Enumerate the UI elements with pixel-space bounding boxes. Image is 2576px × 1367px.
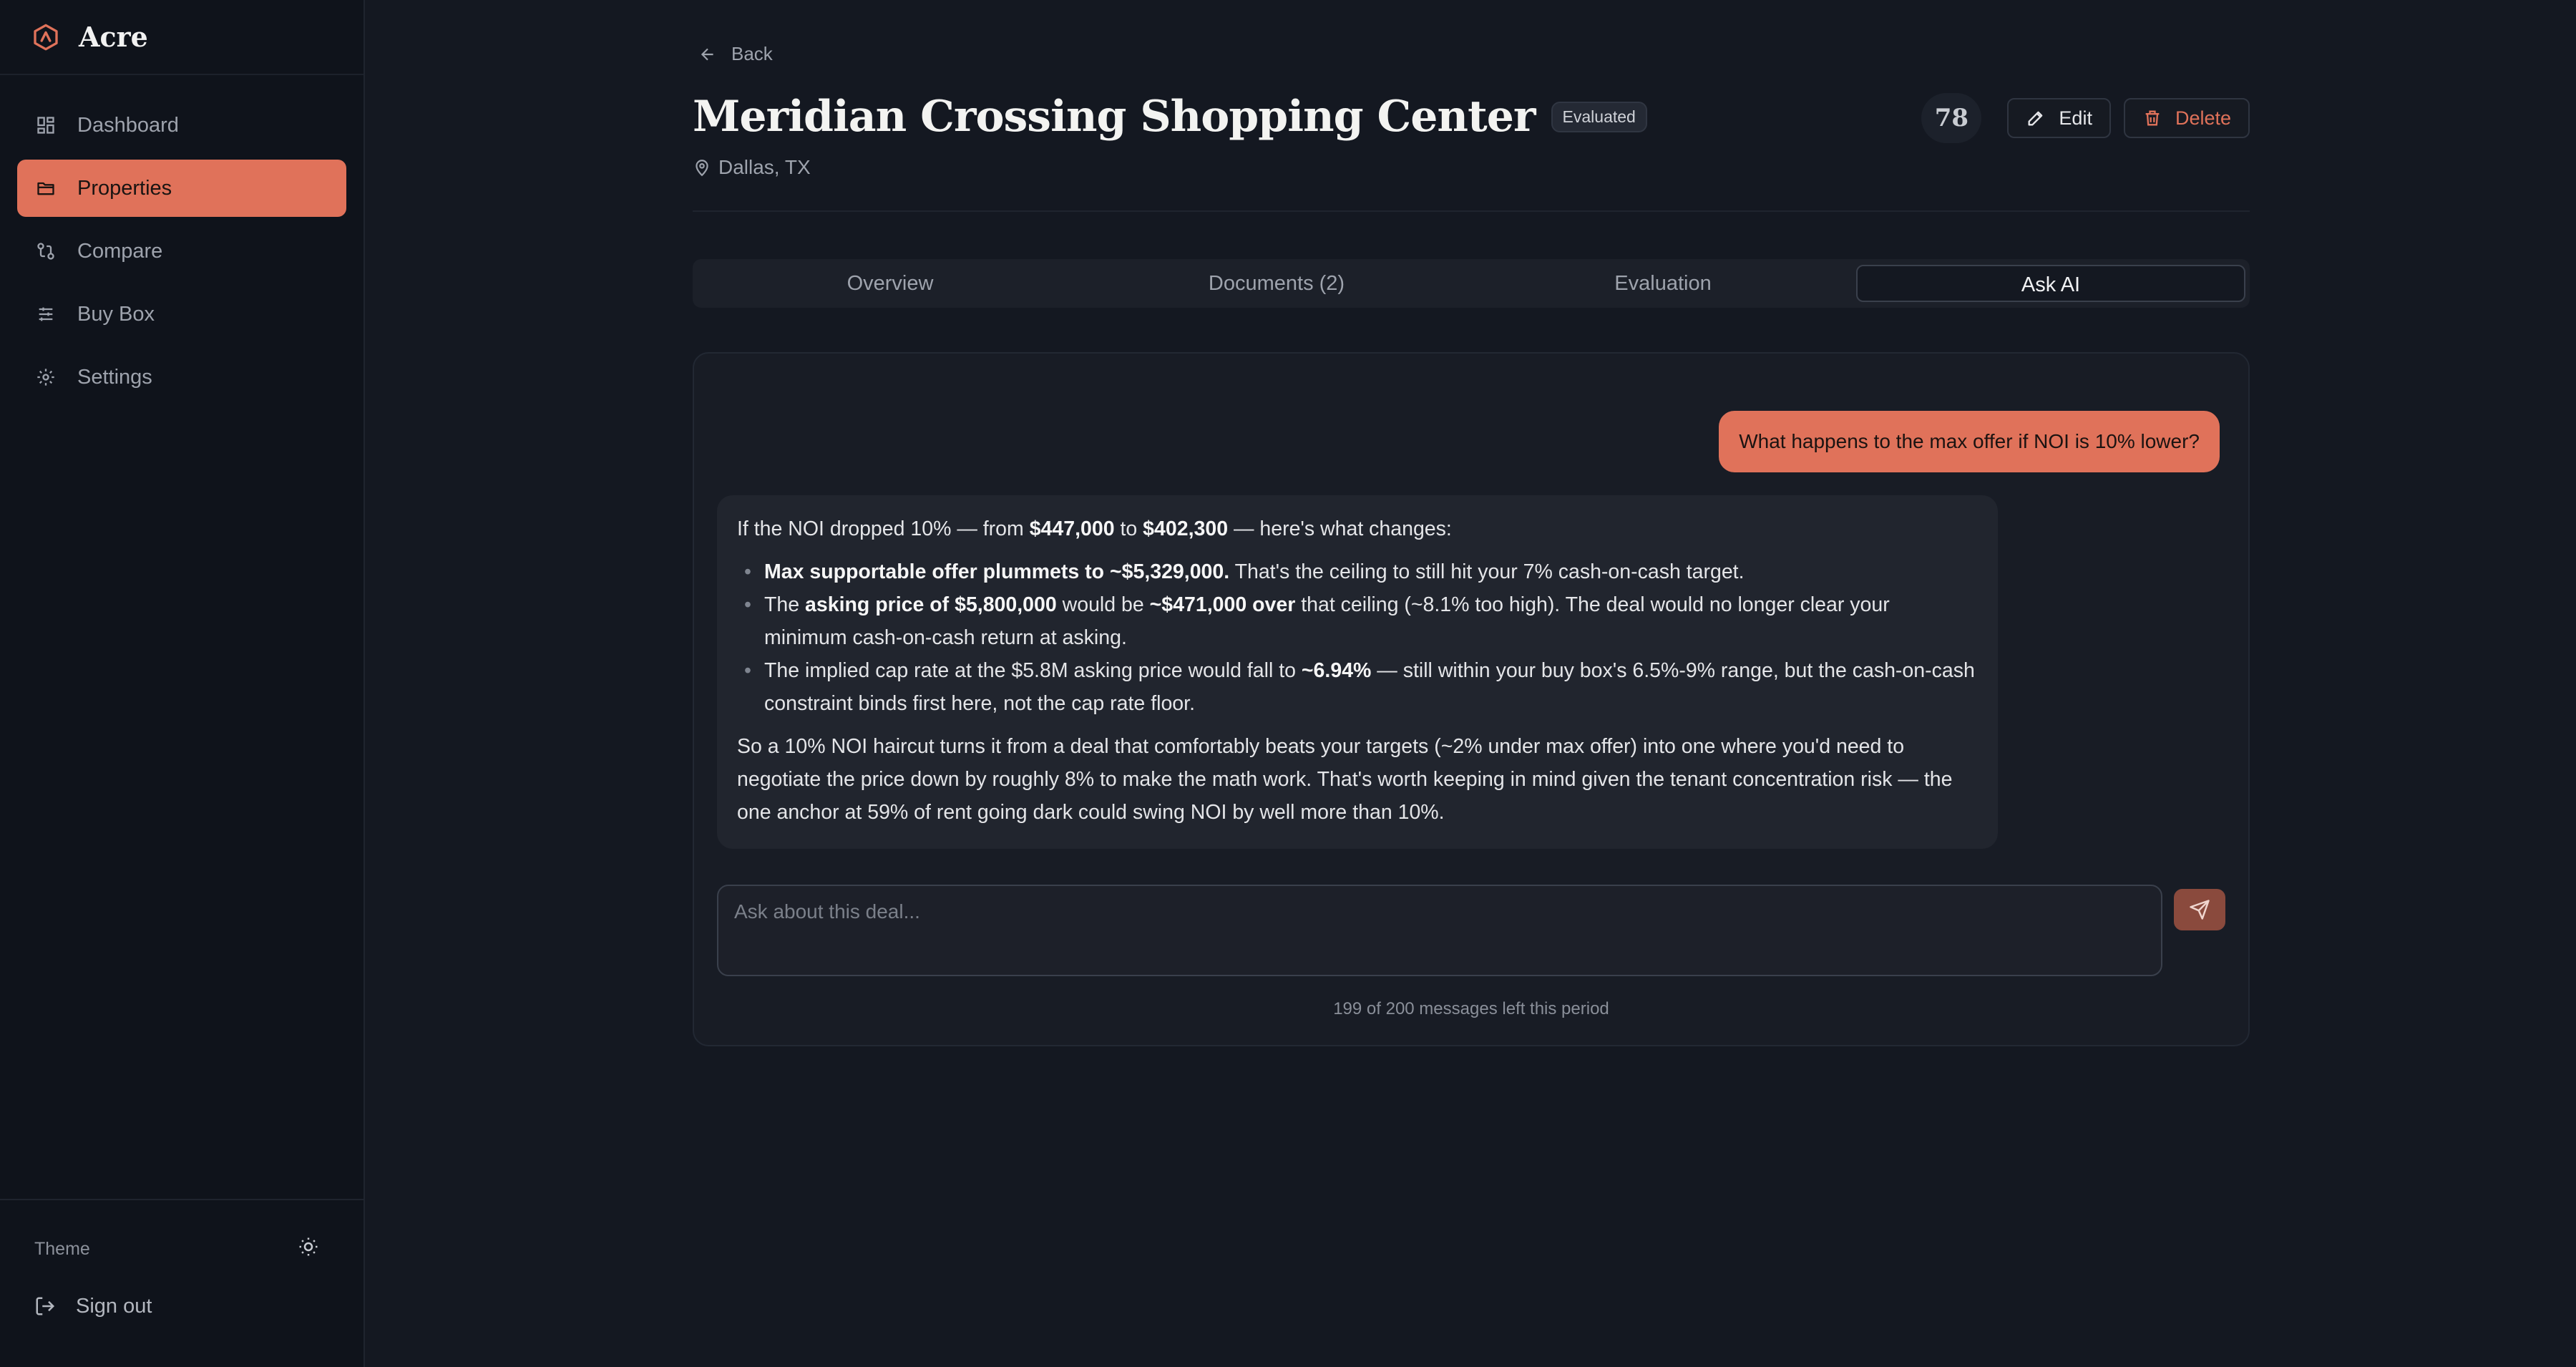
user-message: What happens to the max offer if NOI is … [1719,411,2220,472]
tab-overview[interactable]: Overview [697,265,1083,302]
list-item: The asking price of $5,800,000 would be … [737,588,1978,654]
trash-icon [2142,108,2162,128]
message-quota: 199 of 200 messages left this period [1333,999,1609,1018]
back-link[interactable]: Back [698,43,773,65]
sidebar-item-label: Settings [77,365,152,389]
status-badge: Evaluated [1551,101,1647,132]
gear-icon [36,367,56,387]
send-button[interactable] [2174,889,2225,930]
text-run-bold: $402,300 [1143,517,1229,540]
sidebar-item-dashboard[interactable]: Dashboard [17,97,346,154]
location: Dallas, TX [693,156,811,179]
ai-intro: If the NOI dropped 10% — from $447,000 t… [737,512,1978,545]
tab-documents[interactable]: Documents (2) [1083,265,1470,302]
list-item: Max supportable offer plummets to ~$5,32… [737,555,1978,588]
text-run: The [764,593,806,616]
delete-button[interactable]: Delete [2123,98,2250,138]
sidebar-item-compare[interactable]: Compare [17,223,346,280]
theme-label: Theme [34,1238,90,1259]
ai-bullet-list: Max supportable offer plummets to ~$5,32… [737,555,1978,720]
delete-label: Delete [2175,107,2231,129]
sign-out-button[interactable]: Sign out [0,1278,364,1335]
sidebar-item-settings[interactable]: Settings [17,349,346,406]
edit-button[interactable]: Edit [2007,98,2111,138]
text-run-bold: $447,000 [1029,517,1115,540]
text-run-bold: ~6.94% [1301,659,1372,682]
sidebar-item-label: Properties [77,176,172,200]
text-run: The implied cap rate at the $5.8M asking… [764,659,1302,682]
text-run: to [1114,517,1143,540]
text-run: That's the ceiling to still hit your 7% … [1229,560,1745,583]
tab-bar: Overview Documents (2) Evaluation Ask AI [693,259,2250,308]
arrow-left-icon [698,45,717,64]
sidebar-footer: Theme Sign out [0,1199,364,1367]
sidebar-item-properties[interactable]: Properties [17,160,346,217]
list-item: The implied cap rate at the $5.8M asking… [737,654,1978,720]
header-actions: 78 Edit Delete [1921,93,2250,143]
send-icon [2190,900,2210,920]
acre-logo-icon [31,23,60,52]
theme-row: Theme [0,1220,364,1278]
edit-label: Edit [2059,107,2092,129]
sun-icon[interactable] [298,1236,319,1263]
title-row: Meridian Crossing Shopping Center Evalua… [693,92,1647,142]
message-input[interactable] [734,900,2145,960]
text-run-bold: Max supportable offer plummets to ~$5,32… [764,560,1230,583]
compare-icon [36,241,56,261]
sliders-icon [36,304,56,324]
text-run-bold: asking price of $5,800,000 [805,593,1057,616]
pencil-icon [2026,108,2046,128]
location-text: Dallas, TX [718,156,811,178]
ai-message: If the NOI dropped 10% — from $447,000 t… [717,495,1998,849]
text-run-bold: ~$471,000 over [1149,593,1296,616]
folder-icon [36,178,56,198]
map-pin-icon [693,158,711,177]
sign-out-label: Sign out [76,1294,152,1318]
tab-evaluation[interactable]: Evaluation [1470,265,1856,302]
page-title: Meridian Crossing Shopping Center [693,92,1536,142]
sign-out-icon [34,1295,56,1317]
chat-panel: What happens to the max offer if NOI is … [693,352,2250,1046]
app-name: Acre [79,21,148,53]
message-input-wrapper [717,885,2162,976]
sidebar-item-label: Compare [77,239,163,263]
tab-ask-ai[interactable]: Ask AI [1856,265,2245,302]
sidebar: Acre Dashboard Properties Compare Buy Bo… [0,0,365,1367]
text-run: If the NOI dropped 10% — from [737,517,1030,540]
sidebar-item-buy-box[interactable]: Buy Box [17,286,346,343]
back-label: Back [731,43,773,64]
sidebar-item-label: Dashboard [77,113,179,137]
sidebar-nav: Dashboard Properties Compare Buy Box Set… [0,75,364,406]
brand[interactable]: Acre [0,0,364,75]
sidebar-item-label: Buy Box [77,302,155,326]
deal-score: 78 [1921,93,1982,143]
ai-closing: So a 10% NOI haircut turns it from a dea… [737,735,1953,824]
text-run: would be [1056,593,1150,616]
dashboard-icon [36,115,56,135]
text-run: — here's what changes: [1228,517,1452,540]
header-divider [693,210,2250,212]
